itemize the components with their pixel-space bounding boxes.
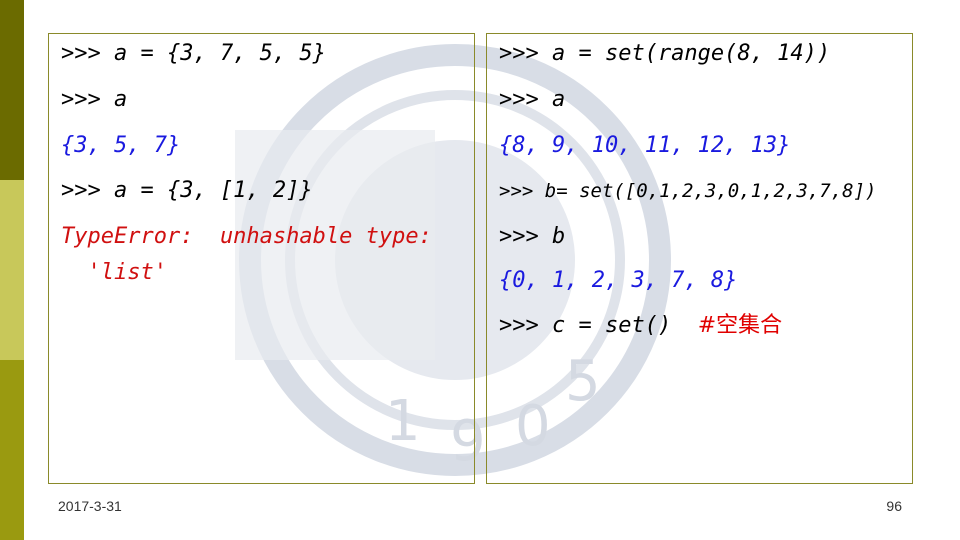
- output-line: {0, 1, 2, 3, 7, 8}: [499, 268, 738, 293]
- footer-date: 2017-3-31: [58, 498, 122, 514]
- footer-page-number: 96: [886, 498, 902, 514]
- code-line: >>> a = set(range(8, 14)): [499, 41, 831, 66]
- error-line: TypeError: unhashable type:: [61, 224, 432, 249]
- output-line: {8, 9, 10, 11, 12, 13}: [499, 133, 791, 158]
- code-line: >>> b= set([0,1,2,3,0,1,2,3,7,8]): [499, 180, 877, 202]
- right-code-panel: >>> a = set(range(8, 14)) >>> a {8, 9, 1…: [486, 33, 913, 484]
- code-text: >>> c = set(): [499, 313, 698, 338]
- code-line: >>> a = {3, 7, 5, 5}: [61, 41, 326, 66]
- code-line: >>> b: [499, 224, 566, 249]
- code-line: >>> a: [61, 87, 128, 112]
- left-code-panel: >>> a = {3, 7, 5, 5} >>> a {3, 5, 7} >>>…: [48, 33, 475, 484]
- sidebar-top-block: [0, 0, 24, 180]
- output-line: {3, 5, 7}: [61, 133, 181, 158]
- code-line-with-comment: >>> c = set() #空集合: [499, 312, 782, 340]
- error-line: 'list': [61, 260, 167, 285]
- sidebar-middle-block: [0, 180, 24, 360]
- code-line: >>> a: [499, 87, 566, 112]
- code-line: >>> a = {3, [1, 2]}: [61, 178, 313, 203]
- sidebar-bottom-block: [0, 360, 24, 540]
- code-comment: #空集合: [697, 313, 783, 338]
